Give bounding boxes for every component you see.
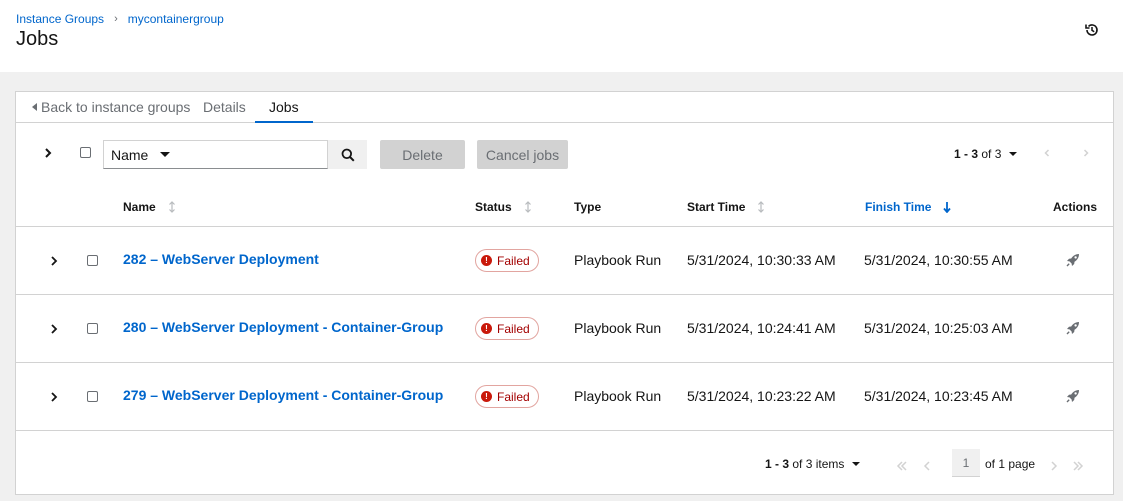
job-start-time: 5/31/2024, 10:24:41 AM xyxy=(687,320,836,336)
page-header: Instance Groups › mycontainergroup Jobs xyxy=(0,0,1123,72)
tab-jobs[interactable]: Jobs xyxy=(255,92,313,123)
job-type: Playbook Run xyxy=(574,320,662,336)
breadcrumb-separator-icon: › xyxy=(114,13,118,25)
table-row: 279 – WebServer Deployment - Container-G… xyxy=(16,363,1113,431)
status-label: Failed xyxy=(497,321,530,336)
job-name-link[interactable]: 279 – WebServer Deployment - Container-G… xyxy=(123,387,443,403)
column-header-finish-time[interactable]: Finish Time xyxy=(865,200,952,214)
page-title: Jobs xyxy=(16,28,59,50)
exclamation-circle-icon: ! xyxy=(481,391,492,402)
dropdown-caret-icon xyxy=(1009,152,1018,156)
job-name-link[interactable]: 280 – WebServer Deployment - Container-G… xyxy=(123,319,443,335)
tab-details[interactable]: Details xyxy=(189,92,260,123)
pagination-of-items: of 3 items xyxy=(792,457,845,471)
column-status-label: Status xyxy=(475,200,512,214)
row-checkbox[interactable] xyxy=(87,391,98,402)
job-type: Playbook Run xyxy=(574,252,662,268)
sort-icon xyxy=(758,201,765,213)
exclamation-circle-icon: ! xyxy=(481,323,492,334)
expand-row-chevron-icon[interactable] xyxy=(50,324,58,334)
column-name-label: Name xyxy=(123,200,156,214)
column-header-name[interactable]: Name xyxy=(123,200,176,214)
search-button[interactable] xyxy=(328,140,367,169)
dropdown-caret-icon xyxy=(852,462,861,466)
column-header-type: Type xyxy=(574,200,601,214)
previous-page-icon[interactable] xyxy=(921,461,933,471)
search-icon xyxy=(341,148,355,162)
column-header-actions: Actions xyxy=(1053,200,1097,214)
tab-back-label: Back to instance groups xyxy=(41,99,191,115)
exclamation-circle-icon: ! xyxy=(481,255,492,266)
pagination-items-toggle[interactable]: 1 - 3 of 3 items xyxy=(765,457,861,471)
cancel-jobs-button[interactable]: Cancel jobs xyxy=(477,140,568,169)
job-finish-time: 5/31/2024, 10:25:03 AM xyxy=(864,320,1013,336)
job-name-link[interactable]: 282 – WebServer Deployment xyxy=(123,251,319,267)
column-start-time-label: Start Time xyxy=(687,200,746,214)
jobs-card: Back to instance groups Details Jobs Nam… xyxy=(16,92,1113,494)
tab-back-to-instance-groups[interactable]: Back to instance groups xyxy=(18,92,204,123)
column-header-status[interactable]: Status xyxy=(475,200,532,214)
table-row: 280 – WebServer Deployment - Container-G… xyxy=(16,295,1113,363)
job-start-time: 5/31/2024, 10:23:22 AM xyxy=(687,388,836,404)
column-type-label: Type xyxy=(574,200,602,214)
first-page-icon[interactable] xyxy=(896,461,908,471)
breadcrumb-instance-groups-link[interactable]: Instance Groups xyxy=(16,12,104,26)
dropdown-caret-icon xyxy=(160,152,170,157)
job-start-time: 5/31/2024, 10:30:33 AM xyxy=(687,252,836,268)
expand-row-chevron-icon[interactable] xyxy=(50,392,58,402)
status-label: Failed xyxy=(497,253,530,268)
column-actions-label: Actions xyxy=(1053,200,1098,214)
breadcrumb: Instance Groups › mycontainergroup xyxy=(16,12,224,26)
sort-descending-icon xyxy=(943,202,952,213)
last-page-icon[interactable] xyxy=(1072,461,1084,471)
row-checkbox[interactable] xyxy=(87,323,98,334)
sort-icon xyxy=(168,201,175,213)
pagination-range: 1 - 3 xyxy=(765,457,790,471)
filter-field-select[interactable]: Name xyxy=(103,140,181,169)
expand-row-chevron-icon[interactable] xyxy=(50,256,58,266)
pagination-of: of 3 xyxy=(981,147,1002,161)
pagination-range: 1 - 3 xyxy=(954,147,979,161)
row-checkbox[interactable] xyxy=(87,255,98,266)
previous-page-icon[interactable] xyxy=(1043,149,1051,157)
filter-field-label: Name xyxy=(111,146,149,163)
next-page-icon[interactable] xyxy=(1048,461,1060,471)
caret-left-icon xyxy=(32,103,37,112)
status-badge: ! Failed xyxy=(475,249,539,272)
select-all-checkbox[interactable] xyxy=(80,147,91,158)
tab-bar: Back to instance groups Details Jobs xyxy=(16,92,1113,123)
sort-icon xyxy=(524,201,531,213)
column-finish-time-label: Finish Time xyxy=(865,200,932,214)
current-page-input[interactable] xyxy=(952,449,980,477)
pagination-toggle[interactable]: 1 - 3 of 3 xyxy=(954,147,1018,161)
job-type: Playbook Run xyxy=(574,388,662,404)
breadcrumb-current-link[interactable]: mycontainergroup xyxy=(128,12,224,26)
status-label: Failed xyxy=(497,389,530,404)
table-row: 282 – WebServer Deployment ! Failed Playb… xyxy=(16,227,1113,295)
job-finish-time: 5/31/2024, 10:30:55 AM xyxy=(864,252,1013,268)
delete-button[interactable]: Delete xyxy=(380,140,465,169)
rocket-icon[interactable] xyxy=(1066,321,1080,335)
search-input[interactable] xyxy=(180,140,328,169)
rocket-icon[interactable] xyxy=(1066,253,1080,267)
rocket-icon[interactable] xyxy=(1066,389,1080,403)
next-page-icon[interactable] xyxy=(1082,149,1090,157)
job-finish-time: 5/31/2024, 10:23:45 AM xyxy=(864,388,1013,404)
status-badge: ! Failed xyxy=(475,317,539,340)
of-page-label: of 1 page xyxy=(985,457,1036,471)
toolbar: Name Delete Cancel jobs 1 - 3 of 3 xyxy=(16,123,1113,185)
table-header: Name Status Type Start Time Finish Time … xyxy=(16,185,1113,227)
status-badge: ! Failed xyxy=(475,385,539,408)
activity-history-icon[interactable] xyxy=(1084,22,1100,38)
column-header-start-time[interactable]: Start Time xyxy=(687,200,765,214)
expand-all-chevron-icon[interactable] xyxy=(42,147,54,159)
